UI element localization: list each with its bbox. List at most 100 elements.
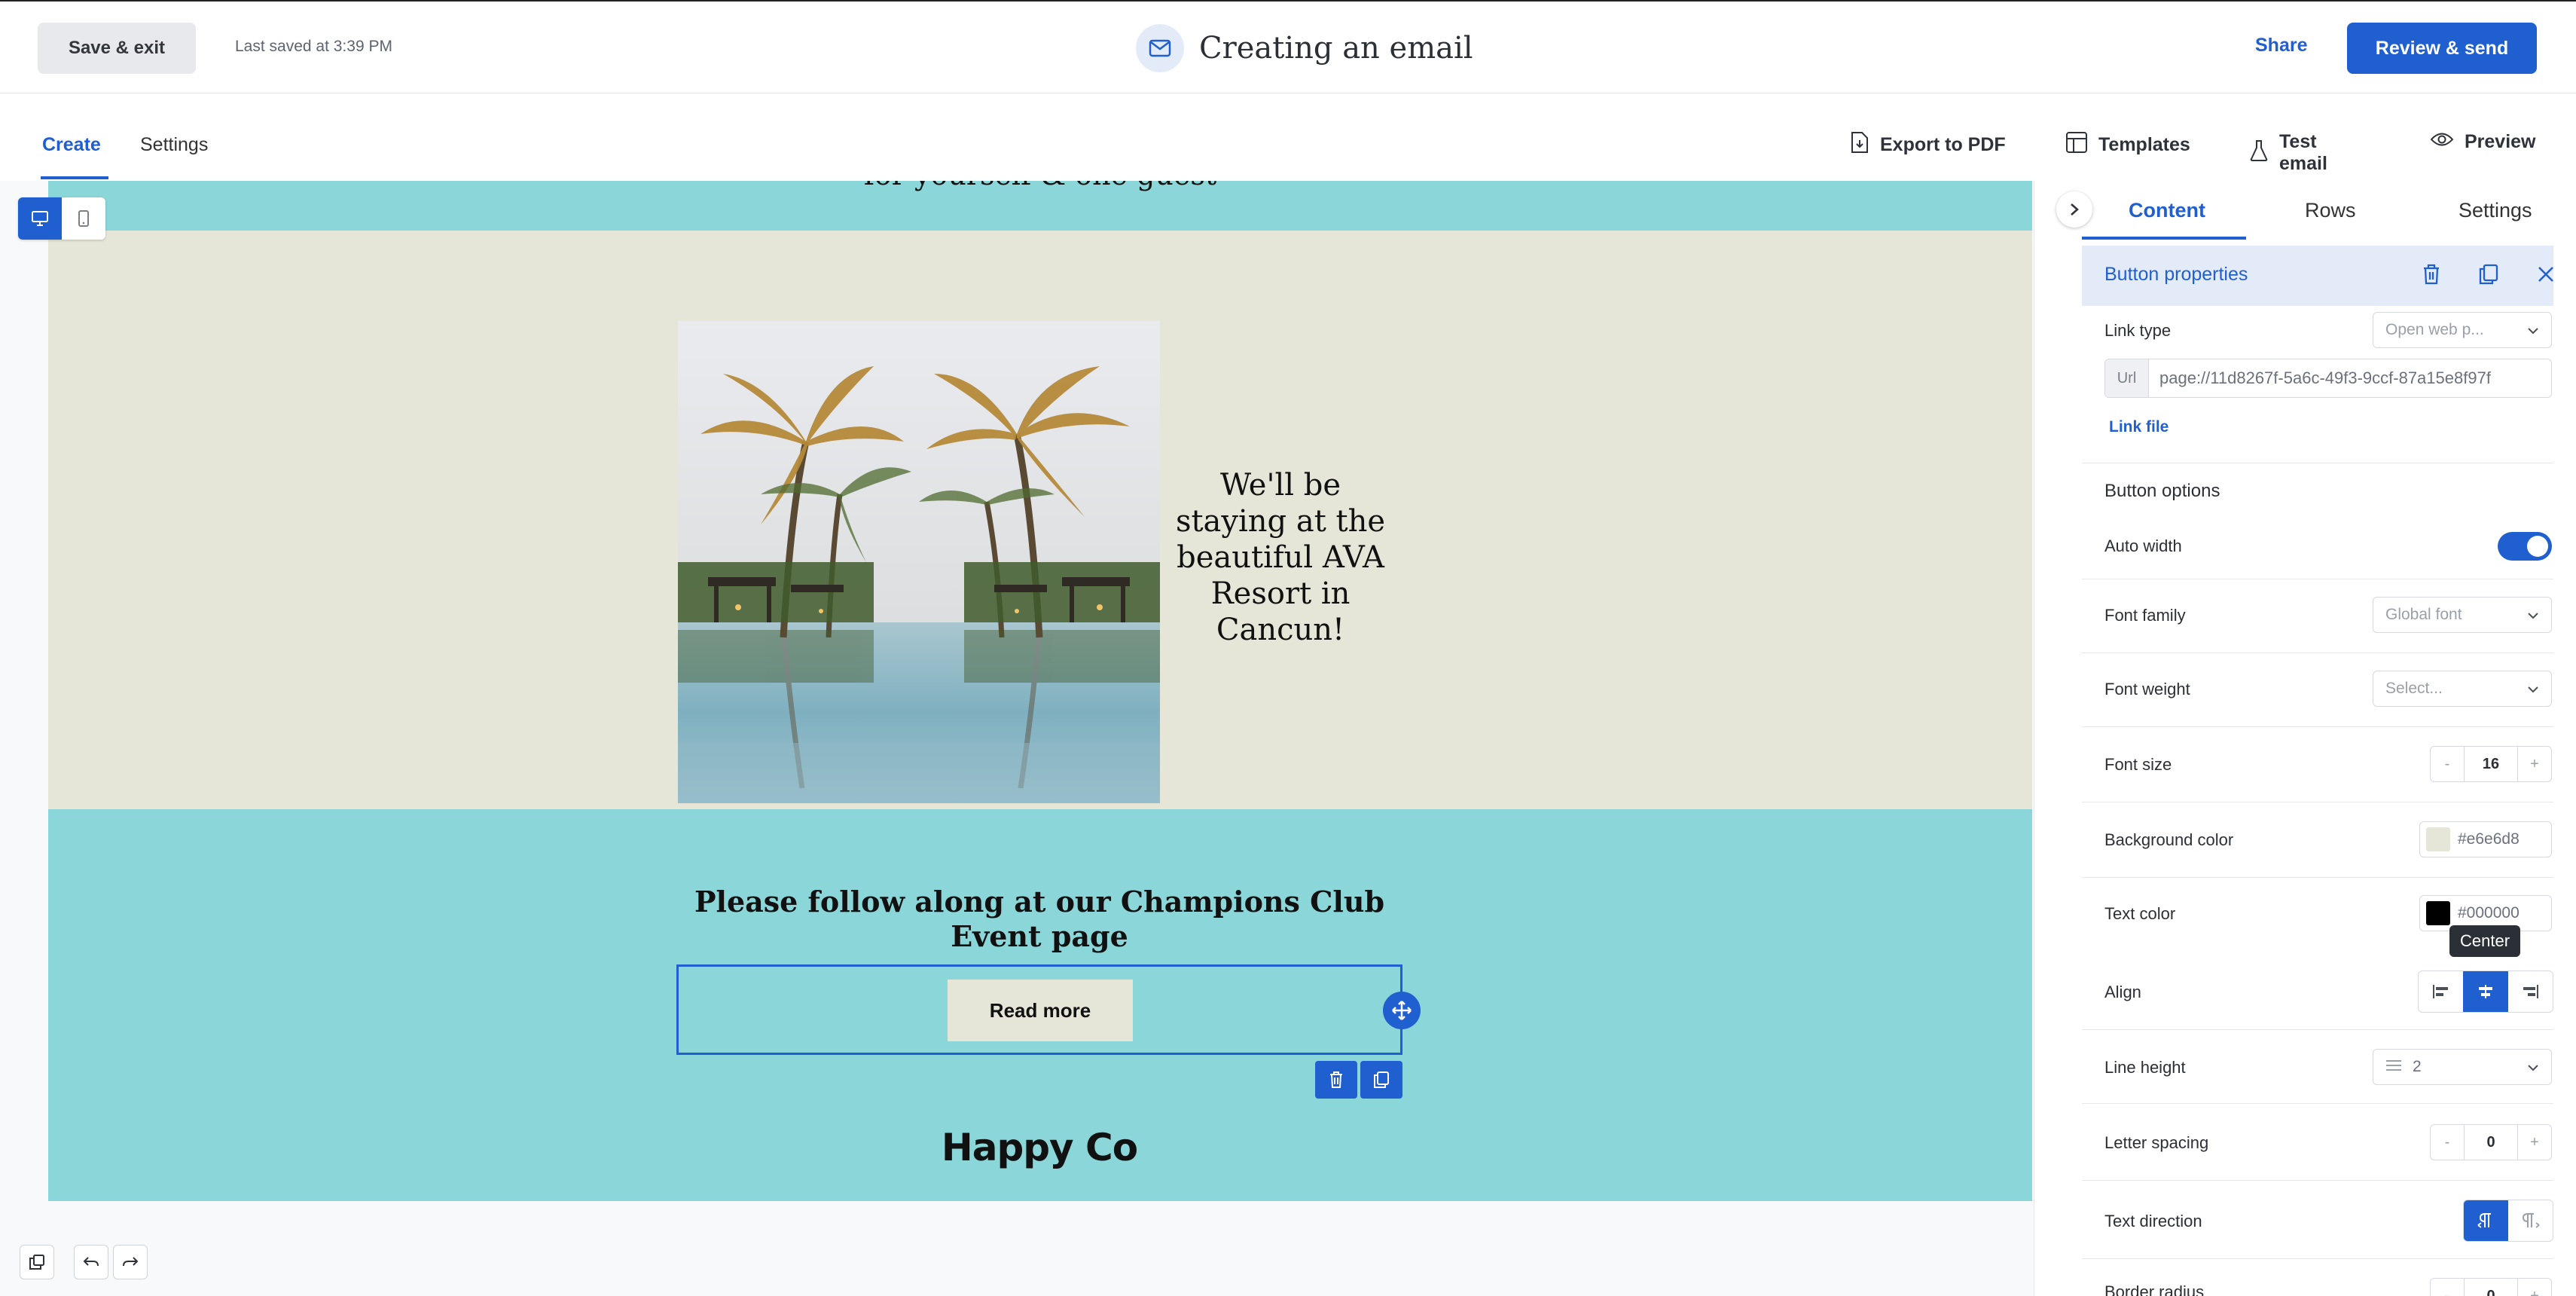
background-color-swatch[interactable] — [2426, 827, 2450, 851]
move-icon[interactable] — [1383, 992, 1421, 1029]
line-height-display: 2 — [2385, 1058, 2422, 1076]
divider — [2082, 1103, 2553, 1104]
redo-icon[interactable] — [113, 1245, 148, 1279]
align-right-icon[interactable] — [2507, 971, 2553, 1012]
desktop-view-icon[interactable] — [18, 197, 62, 240]
increment-button[interactable]: + — [2518, 1125, 2551, 1160]
line-height-select[interactable]: 2 — [2373, 1049, 2552, 1085]
page-title: Creating an email — [1199, 31, 1473, 66]
email-top-text: for yourself & one guest — [48, 181, 2032, 191]
font-weight-placeholder: Select... — [2385, 680, 2443, 697]
resort-text[interactable]: We'll be staying at the beautiful AVA Re… — [1166, 467, 1395, 648]
divider — [2082, 726, 2553, 727]
canvas-bottom-tools — [20, 1245, 148, 1279]
device-toggle — [18, 197, 105, 240]
border-radius-value[interactable]: 0 — [2464, 1279, 2518, 1296]
align-tooltip: Center — [2449, 925, 2521, 957]
rtl-icon[interactable] — [2508, 1200, 2553, 1241]
letter-spacing-stepper[interactable]: - 0 + — [2430, 1124, 2552, 1160]
panel-tab-settings[interactable]: Settings — [2458, 199, 2532, 222]
url-value[interactable]: page://11d8267f-5a6c-49f3-9ccf-87a15e8f9… — [2149, 359, 2551, 397]
line-height-icon — [2385, 1058, 2402, 1076]
page-title-group: Creating an email — [1136, 23, 1473, 74]
font-weight-label: Font weight — [2104, 680, 2190, 698]
last-saved-status: Last saved at 3:39 PM — [235, 38, 392, 55]
chevron-down-icon — [2527, 321, 2539, 339]
decrement-button[interactable]: - — [2431, 1125, 2464, 1160]
tab-create[interactable]: Create — [42, 134, 101, 156]
trash-icon[interactable] — [2418, 261, 2445, 288]
increment-button[interactable]: + — [2518, 747, 2551, 781]
active-tab-indicator — [41, 176, 108, 179]
brand-logo: Happy Co — [941, 1126, 1138, 1169]
test-email-button[interactable]: Test email — [2249, 131, 2327, 175]
close-icon[interactable] — [2532, 261, 2559, 288]
flask-icon — [2249, 139, 2269, 167]
line-height-label: Line height — [2104, 1058, 2186, 1077]
panel-tab-content[interactable]: Content — [2129, 199, 2205, 222]
review-send-button[interactable]: Review & send — [2347, 23, 2537, 74]
undo-icon[interactable] — [74, 1245, 108, 1279]
duplicate-block-icon[interactable] — [1360, 1061, 1402, 1099]
ltr-icon[interactable] — [2464, 1200, 2508, 1241]
copy-icon[interactable] — [2475, 261, 2502, 288]
font-weight-select[interactable]: Select... — [2373, 671, 2552, 707]
background-color-field[interactable]: #e6e6d8 — [2419, 821, 2552, 857]
increment-button[interactable]: + — [2518, 1279, 2551, 1296]
button-options-title: Button options — [2104, 481, 2220, 501]
divider — [2082, 1180, 2553, 1181]
share-button[interactable]: Share — [2255, 35, 2307, 57]
align-buttons — [2418, 970, 2553, 1013]
text-direction-label: Text direction — [2104, 1212, 2202, 1230]
export-pdf-button[interactable]: Export to PDF — [1850, 131, 2006, 159]
font-size-label: Font size — [2104, 755, 2172, 774]
decrement-button[interactable]: - — [2431, 1279, 2464, 1296]
divider — [2082, 1258, 2553, 1259]
tab-settings[interactable]: Settings — [140, 134, 208, 156]
text-color-swatch[interactable] — [2426, 901, 2450, 925]
panel-tab-rows[interactable]: Rows — [2305, 199, 2356, 222]
mail-icon — [1136, 24, 1184, 72]
eye-icon — [2430, 131, 2454, 153]
chevron-down-icon — [2527, 1058, 2539, 1076]
url-field[interactable]: Url page://11d8267f-5a6c-49f3-9ccf-87a15… — [2104, 359, 2552, 398]
email-top-row[interactable]: for yourself & one guest — [48, 181, 2032, 231]
align-label: Align — [2104, 983, 2141, 1001]
link-type-value: Open web p... — [2385, 321, 2484, 338]
templates-icon — [2065, 131, 2088, 159]
chevron-right-icon[interactable] — [2056, 191, 2092, 228]
preview-button[interactable]: Preview — [2430, 131, 2536, 153]
link-type-label: Link type — [2104, 321, 2172, 340]
pdf-file-icon — [1850, 131, 1869, 159]
font-family-value: Global font — [2385, 606, 2462, 623]
align-center-icon[interactable] — [2463, 971, 2508, 1012]
auto-width-label: Auto width — [2104, 536, 2182, 555]
resort-photo[interactable] — [678, 321, 1160, 803]
export-pdf-label: Export to PDF — [1880, 134, 2006, 155]
text-direction-buttons — [2463, 1200, 2553, 1242]
url-tag: Url — [2105, 359, 2149, 397]
divider — [2082, 877, 2553, 878]
save-exit-button[interactable]: Save & exit — [38, 23, 196, 74]
font-size-value[interactable]: 16 — [2464, 747, 2518, 781]
font-size-stepper[interactable]: - 16 + — [2430, 746, 2552, 782]
decrement-button[interactable]: - — [2431, 747, 2464, 781]
delete-block-icon[interactable] — [1315, 1061, 1357, 1099]
read-more-button[interactable]: Read more — [948, 980, 1133, 1041]
templates-button[interactable]: Templates — [2065, 131, 2190, 159]
follow-text[interactable]: Please follow along at our Champions Clu… — [678, 885, 1401, 954]
auto-width-toggle[interactable] — [2498, 532, 2552, 561]
letter-spacing-value[interactable]: 0 — [2464, 1125, 2518, 1160]
background-color-value: #e6e6d8 — [2458, 830, 2520, 848]
border-radius-stepper[interactable]: - 0 + — [2430, 1278, 2552, 1296]
mobile-view-icon[interactable] — [62, 197, 105, 240]
background-color-label: Background color — [2104, 830, 2234, 849]
panel-tab-indicator — [2082, 237, 2246, 240]
preview-label: Preview — [2465, 131, 2536, 152]
layers-icon[interactable] — [20, 1245, 54, 1279]
link-file-link[interactable]: Link file — [2109, 418, 2169, 436]
align-left-icon[interactable] — [2419, 971, 2464, 1012]
link-type-select[interactable]: Open web p... — [2373, 312, 2552, 348]
font-family-select[interactable]: Global font — [2373, 597, 2552, 633]
divider — [2082, 1029, 2553, 1030]
